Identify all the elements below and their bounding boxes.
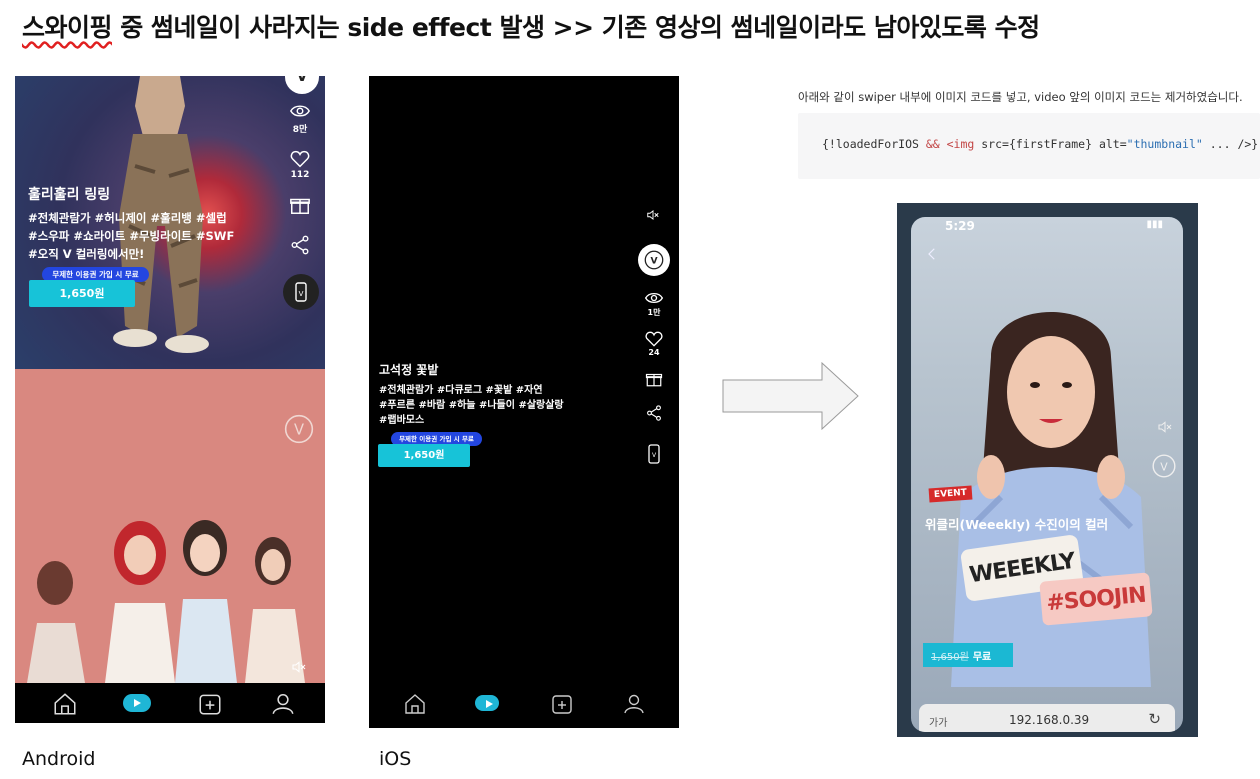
page-title: 스와이핑 중 썸네일이 사라지는 side effect 발생 >> 기존 영상… — [22, 8, 1040, 44]
play-icon[interactable] — [123, 694, 151, 712]
url-text[interactable]: 192.168.0.39 — [1009, 713, 1089, 727]
profile-icon[interactable] — [270, 691, 296, 717]
bottom-nav — [15, 683, 325, 723]
next-video-thumbnail: V — [15, 369, 325, 683]
heart-icon[interactable] — [289, 148, 311, 170]
free-label: 무료 — [972, 651, 992, 663]
mute-icon[interactable] — [291, 659, 307, 675]
price-button[interactable]: 1,650원 — [378, 444, 470, 467]
add-video-icon[interactable] — [550, 692, 574, 716]
likes-count: 112 — [290, 170, 310, 180]
ios-screen: V 1만 24 V 고석정 꽃밭 #전체관람가 #다큐로그 #꽃밭 #자연 #푸… — [369, 76, 679, 728]
code-string: "thumbnail" — [1126, 137, 1203, 151]
heart-icon[interactable] — [644, 329, 664, 349]
home-icon[interactable] — [403, 692, 427, 716]
v-logo-text: V — [650, 256, 658, 267]
eye-icon[interactable] — [289, 100, 311, 122]
tag-line: #랩바모스 — [379, 415, 425, 426]
status-bar: 5:29 ▮▮▮ — [911, 217, 1183, 239]
add-video-icon[interactable] — [197, 691, 223, 717]
text-size-button[interactable]: 가가 — [929, 714, 947, 729]
profile-icon[interactable] — [622, 692, 646, 716]
gift-icon[interactable] — [289, 194, 311, 216]
code-keyword: && <img — [925, 137, 975, 151]
code-part: src={firstFrame} alt= — [974, 137, 1127, 151]
tag-line: #전체관람가 #다큐로그 #꽃밭 #자연 — [379, 385, 543, 396]
original-price: 1,650원 — [931, 651, 969, 663]
reload-icon[interactable]: ↻ — [1148, 710, 1161, 728]
svg-text:V: V — [299, 290, 304, 298]
title-flagged-word: 스와이핑 — [22, 13, 113, 42]
home-icon[interactable] — [52, 691, 78, 717]
price-button[interactable]: 1,650원 무료 — [923, 643, 1013, 667]
group-performers — [27, 520, 305, 683]
v-logo-button[interactable]: V — [638, 244, 670, 276]
ios-caption: iOS — [379, 748, 412, 770]
battery-icon: ▮▮▮ — [1146, 219, 1163, 230]
phone-photo-screen: 5:29 ▮▮▮ V EVENT 위클리(Weeekly) 수진이의 컬러 WE… — [911, 217, 1183, 732]
gift-icon[interactable] — [645, 370, 663, 388]
code-block: {!loadedForIOS && <img src={firstFrame} … — [798, 113, 1260, 179]
phone-v-icon: V — [295, 282, 307, 302]
event-tag: EVENT — [928, 485, 973, 503]
svg-text:V: V — [1160, 460, 1168, 473]
price-button[interactable]: 1,650원 — [29, 280, 135, 307]
fix-description: 아래와 같이 swiper 내부에 이미지 코드를 넣고, video 앞의 이… — [798, 90, 1243, 104]
video-tags: #전체관람가 #허니제이 #훌리뱅 #셀럽 #스우파 #쇼라이트 #무빙라이트 … — [28, 209, 234, 263]
title-text: 중 썸네일이 사라지는 side effect 발생 >> 기존 영상의 썸네일… — [112, 13, 1040, 42]
likes-count: 24 — [648, 348, 660, 357]
v-logo-button[interactable]: V — [285, 76, 319, 94]
v-logo-icon: V — [644, 250, 664, 270]
right-arrow-icon — [722, 362, 859, 430]
v-logo-icon[interactable]: V — [1151, 453, 1177, 479]
video-tags: #전체관람가 #다큐로그 #꽃밭 #자연 #푸르른 #바람 #하늘 #나들이 #… — [379, 383, 564, 428]
tag-line: #오직 V 컬러링에서만! — [28, 247, 145, 261]
ringtone-button[interactable]: V — [283, 274, 319, 310]
tag-line: #스우파 #쇼라이트 #무빙라이트 #SWF — [28, 229, 235, 243]
phone-photo: 5:29 ▮▮▮ V EVENT 위클리(Weeekly) 수진이의 컬러 WE… — [897, 203, 1198, 737]
code-line: {!loadedForIOS && <img src={firstFrame} … — [822, 137, 1258, 151]
tag-line: #푸르른 #바람 #하늘 #나들이 #살랑살랑 — [379, 400, 564, 411]
video-title: 훌리훌리 링링 — [28, 187, 111, 203]
video-title: 고석정 꽃밭 — [379, 363, 439, 377]
mute-icon[interactable] — [1157, 419, 1173, 435]
video-title: 위클리(Weeekly) 수진이의 컬러 — [925, 517, 1109, 532]
phone-v-icon[interactable]: V — [646, 444, 662, 464]
eye-icon[interactable] — [644, 288, 664, 308]
mute-icon[interactable] — [646, 208, 660, 222]
code-part: ... />} — [1202, 137, 1259, 151]
svg-text:V: V — [652, 452, 657, 459]
share-icon[interactable] — [645, 404, 663, 422]
play-icon[interactable] — [475, 695, 499, 711]
views-count: 8만 — [292, 125, 308, 135]
bottom-nav — [369, 684, 679, 728]
status-time: 5:29 — [945, 219, 975, 233]
svg-text:V: V — [294, 421, 304, 438]
android-caption: Android — [22, 748, 96, 770]
back-arrow-icon[interactable] — [923, 245, 941, 263]
share-icon[interactable] — [289, 234, 311, 256]
code-part: {!loadedForIOS — [822, 137, 926, 151]
views-count: 1만 — [647, 308, 661, 317]
v-logo-watermark-icon: V — [284, 414, 314, 444]
browser-url-bar[interactable]: 가가 192.168.0.39 ↻ — [919, 704, 1175, 732]
android-screen: V 8만 112 V 훌리훌리 링링 #전체관람가 #허니제이 #훌리뱅 #셀럽… — [15, 76, 325, 723]
tag-line: #전체관람가 #허니제이 #훌리뱅 #셀럽 — [28, 211, 227, 225]
